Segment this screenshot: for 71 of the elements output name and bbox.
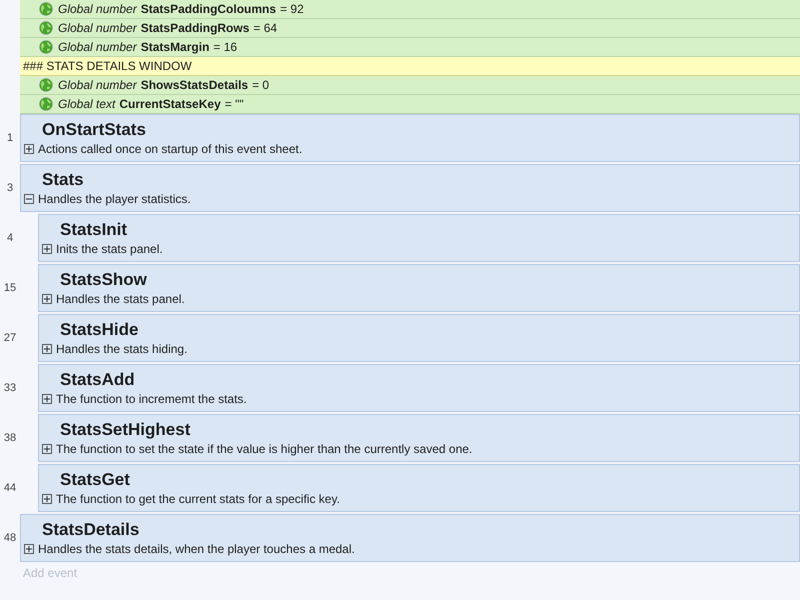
variable-name: CurrentStatseKey [119,97,221,111]
globe-icon [38,96,54,112]
variable-row[interactable]: Global text CurrentStatseKey = "" [20,95,800,114]
globe-icon [38,20,54,36]
line-number: 15 [2,282,18,294]
expand-icon[interactable] [42,494,52,504]
group-title: StatsInit [60,219,128,241]
event-group[interactable]: OnStartStats Actions called once on startup of this event sheet. [20,114,800,162]
expand-icon[interactable] [24,544,34,554]
variable-value: = 16 [213,40,238,54]
expand-icon[interactable] [42,394,52,404]
expand-icon[interactable] [24,144,34,154]
variable-value: = "" [224,97,244,111]
event-group[interactable]: StatsAdd The function to incrememt the stats. [38,364,800,412]
group-title: Stats [42,169,84,191]
group-title: StatsGet [60,469,130,491]
variable-type: Global number [58,78,137,92]
expand-icon[interactable] [42,294,52,304]
event-group[interactable]: StatsInit Inits the stats panel. [38,214,800,262]
line-number: 3 [6,182,14,194]
comment-row[interactable]: ### STATS DETAILS WINDOW [20,57,800,76]
variable-type: Global number [58,21,137,35]
group-description: The function to get the current stats for a specific key. [56,492,340,506]
variable-value: = 0 [252,78,270,92]
group-description: The function to incrememt the stats. [56,392,247,406]
event-group[interactable]: StatsShow Handles the stats panel. [38,264,800,312]
variable-type: Global number [58,2,137,16]
line-number: 38 [2,432,18,444]
group-title: StatsSetHighest [60,419,190,441]
event-group[interactable]: StatsHide Handles the stats hiding. [38,314,800,362]
variable-name: StatsPaddingColoumns [140,2,276,16]
variable-value: = 92 [280,2,304,16]
variable-row[interactable]: Global number StatsPaddingRows = 64 [20,19,800,38]
expand-icon[interactable] [42,344,52,354]
variable-name: StatsMargin [140,40,210,54]
variable-name: StatsPaddingRows [140,21,250,35]
group-title: OnStartStats [42,119,146,141]
group-description: The function to set the state if the value is higher than the currently saved one. [56,442,472,456]
variable-type: Global text [58,97,116,111]
variable-row[interactable]: Global number ShowsStatsDetails = 0 [20,76,800,95]
line-number: 48 [2,532,18,544]
globe-icon [38,39,54,55]
event-group[interactable]: Stats Handles the player statistics. [20,164,800,212]
group-description: Handles the stats hiding. [56,342,188,356]
group-description: Handles the player statistics. [38,192,191,206]
group-title: StatsDetails [42,519,140,541]
variable-name: ShowsStatsDetails [140,78,248,92]
variable-type: Global number [58,40,137,54]
variable-row[interactable]: Global number StatsMargin = 16 [20,38,800,57]
group-description: Inits the stats panel. [56,242,163,256]
line-number: 33 [2,382,18,394]
group-title: StatsShow [60,269,147,291]
event-group[interactable]: StatsGet The function to get the current stats for a specific key. [38,464,800,512]
expand-icon[interactable] [42,244,52,254]
globe-icon [38,77,54,93]
group-description: Handles the stats details, when the player touches a medal. [38,542,355,556]
group-description: Handles the stats panel. [56,292,185,306]
group-title: StatsHide [60,319,138,341]
collapse-icon[interactable] [24,194,34,204]
group-title: StatsAdd [60,369,135,391]
variable-value: = 64 [253,21,278,35]
globe-icon [38,1,54,17]
group-description: Actions called once on startup of this event sheet. [38,142,302,156]
line-number: 27 [2,332,18,344]
line-number: 44 [2,482,18,494]
event-group[interactable]: StatsDetails Handles the stats details, when the player touches a medal. [20,514,800,562]
variable-row[interactable]: Global number StatsPaddingColoumns = 92 [20,0,800,19]
line-number: 1 [6,132,14,144]
line-number: 4 [6,232,14,244]
event-group[interactable]: StatsSetHighest The function to set the state if the value is higher than the currently saved one. [38,414,800,462]
expand-icon[interactable] [42,444,52,454]
